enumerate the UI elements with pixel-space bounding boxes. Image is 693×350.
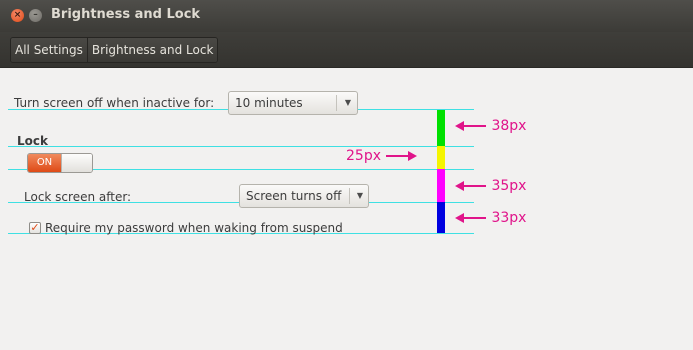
window-titlebar: × – Brightness and Lock xyxy=(0,0,693,32)
window-title: Brightness and Lock xyxy=(51,7,201,22)
lock-heading: Lock xyxy=(17,134,48,148)
screen-off-dropdown[interactable]: 10 minutes ▼ xyxy=(228,91,358,115)
lock-toggle[interactable]: ON xyxy=(27,153,93,173)
breadcrumb: All Settings Brightness and Lock xyxy=(10,37,219,63)
guide-line xyxy=(8,146,474,147)
breadcrumb-all-settings[interactable]: All Settings xyxy=(11,38,87,62)
require-password-label: Require my password when waking from sus… xyxy=(45,221,343,235)
minimize-icon[interactable]: – xyxy=(29,9,42,22)
measure-38px: 38px xyxy=(455,118,526,134)
screen-off-label: Turn screen off when inactive for: xyxy=(14,96,215,110)
breadcrumb-brightness-and-lock[interactable]: Brightness and Lock xyxy=(86,38,218,62)
toggle-on-label: ON xyxy=(28,154,61,172)
measure-bar-blue xyxy=(437,202,445,233)
close-icon[interactable]: × xyxy=(11,9,24,22)
screen-off-value: 10 minutes xyxy=(235,96,303,110)
arrow-left-icon xyxy=(455,121,486,131)
measure-bar-yellow xyxy=(437,146,445,169)
lock-after-dropdown[interactable]: Screen turns off ▼ xyxy=(239,184,369,208)
measure-25px: 25px xyxy=(346,148,418,164)
measure-33px: 33px xyxy=(455,210,526,226)
chevron-down-icon: ▼ xyxy=(356,191,364,200)
navbar: All Settings Brightness and Lock xyxy=(0,32,693,68)
arrow-left-icon xyxy=(455,213,486,223)
measure-bar-magenta xyxy=(437,169,445,202)
measure-35px: 35px xyxy=(455,178,526,194)
toggle-knob xyxy=(61,154,92,172)
lock-after-label: Lock screen after: xyxy=(24,190,132,204)
arrow-left-icon xyxy=(455,181,486,191)
arrow-right-icon xyxy=(386,151,418,161)
require-password-checkbox[interactable]: ✓ xyxy=(29,222,41,234)
measure-bar-green xyxy=(437,110,445,146)
lock-after-value: Screen turns off xyxy=(246,189,342,203)
chevron-down-icon: ▼ xyxy=(344,98,352,107)
